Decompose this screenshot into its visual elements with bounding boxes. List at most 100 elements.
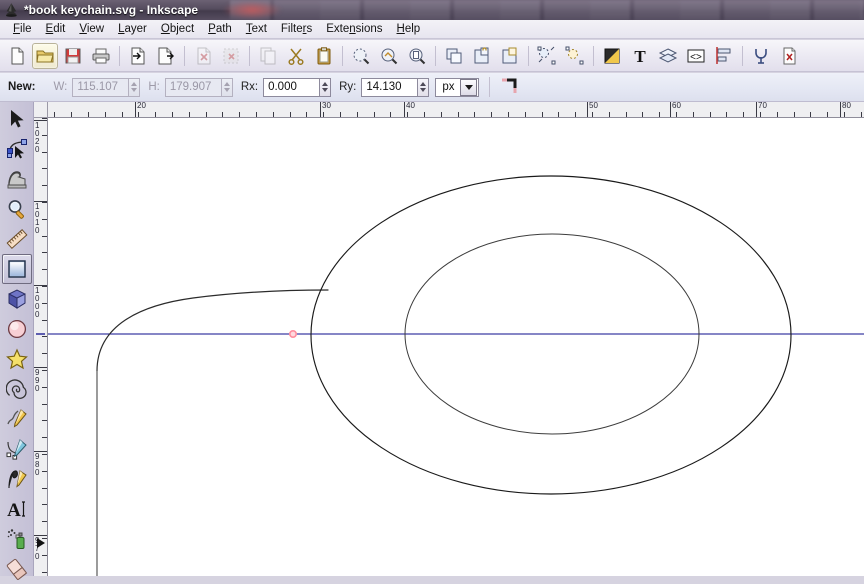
eraser-tool[interactable] <box>2 554 32 584</box>
ruler-tick <box>558 112 559 117</box>
measure-tool[interactable] <box>2 224 32 254</box>
layers-dialog-icon[interactable] <box>655 43 681 69</box>
ruler-tick <box>42 252 47 253</box>
vertical-ruler[interactable]: 102010101000990980970 <box>34 118 48 576</box>
pencil-tool[interactable] <box>2 404 32 434</box>
height-input[interactable] <box>164 77 221 97</box>
ruler-corner[interactable] <box>34 102 48 118</box>
menu-help[interactable]: Help <box>390 21 428 37</box>
rx-field[interactable] <box>263 77 332 97</box>
ruler-tick <box>42 269 47 270</box>
background-taskbar-bleed <box>230 0 864 20</box>
fill-stroke-dialog-icon[interactable] <box>534 43 560 69</box>
drawing-canvas[interactable] <box>48 118 864 576</box>
ruler-major-tick <box>404 102 405 117</box>
zoom-tool[interactable] <box>2 194 32 224</box>
ruler-tick <box>508 112 509 117</box>
group-icon[interactable] <box>469 43 495 69</box>
import-icon[interactable] <box>125 43 151 69</box>
text-tool-dialog-icon[interactable]: T <box>627 43 653 69</box>
copy-icon[interactable] <box>255 43 281 69</box>
ruler-tick <box>525 112 526 117</box>
rx-label: Rx: <box>240 81 259 93</box>
paste-icon[interactable] <box>311 43 337 69</box>
document-properties-icon[interactable] <box>776 43 802 69</box>
node-tool[interactable] <box>2 134 32 164</box>
ruler-tick <box>542 112 543 117</box>
duplicate-icon[interactable] <box>441 43 467 69</box>
chevron-down-icon[interactable] <box>460 78 478 96</box>
window-title: *book keychain.svg - Inkscape <box>24 3 199 17</box>
toolbar-separator <box>489 77 491 97</box>
ruler-label: 70 <box>758 102 767 110</box>
new-document-icon[interactable] <box>4 43 30 69</box>
star-tool[interactable] <box>2 344 32 374</box>
menu-view[interactable]: View <box>72 21 111 37</box>
rx-stepper[interactable] <box>319 77 332 97</box>
paint-swatch-icon[interactable] <box>599 43 625 69</box>
width-stepper[interactable] <box>128 77 141 97</box>
preferences-icon[interactable] <box>748 43 774 69</box>
command-toolbar: T <> <box>0 40 864 72</box>
zoom-drawing-icon[interactable] <box>376 43 402 69</box>
remove-rounded-corners-button[interactable] <box>495 74 521 100</box>
spray-tool[interactable] <box>2 524 32 554</box>
ruler-tick <box>710 112 711 117</box>
menu-layer[interactable]: Layer <box>111 21 154 37</box>
height-field[interactable] <box>164 77 233 97</box>
object-properties-icon[interactable] <box>562 43 588 69</box>
box3d-tool[interactable] <box>2 284 32 314</box>
menu-text[interactable]: Text <box>239 21 274 37</box>
export-icon[interactable] <box>153 43 179 69</box>
menu-filters[interactable]: Filters <box>274 21 319 37</box>
menu-file[interactable]: File <box>6 21 39 37</box>
ruler-tick <box>42 572 47 573</box>
save-document-icon[interactable] <box>60 43 86 69</box>
cut-icon[interactable] <box>283 43 309 69</box>
ruler-tick <box>42 118 47 119</box>
text-tool[interactable]: A <box>2 494 32 524</box>
menu-path[interactable]: Path <box>201 21 239 37</box>
height-stepper[interactable] <box>220 77 233 97</box>
tweak-tool[interactable] <box>2 164 32 194</box>
rx-input[interactable] <box>263 77 320 97</box>
guide-handle-marker[interactable] <box>36 333 45 335</box>
redo-icon[interactable] <box>218 43 244 69</box>
ruler-tick <box>810 112 811 117</box>
ruler-tick <box>42 353 47 354</box>
ry-stepper[interactable] <box>417 77 430 97</box>
undo-icon[interactable] <box>190 43 216 69</box>
align-distribute-icon[interactable] <box>711 43 737 69</box>
ellipse-tool[interactable] <box>2 314 32 344</box>
ruler-major-tick <box>587 102 588 117</box>
selector-tool[interactable] <box>2 104 32 134</box>
unit-selector[interactable]: px <box>435 77 480 97</box>
xml-editor-icon[interactable]: <> <box>683 43 709 69</box>
ruler-tick <box>340 112 341 117</box>
zoom-page-icon[interactable] <box>404 43 430 69</box>
calligraphy-tool[interactable] <box>2 464 32 494</box>
width-field[interactable] <box>72 77 141 97</box>
ruler-label: 1010 <box>35 202 40 235</box>
spiral-tool[interactable] <box>2 374 32 404</box>
ruler-tick <box>42 336 47 337</box>
tool-mode-label: New: <box>8 81 36 93</box>
bezier-tool[interactable] <box>2 434 32 464</box>
ruler-tick <box>676 112 677 117</box>
ruler-tick <box>743 112 744 117</box>
horizontal-ruler[interactable]: 2030405060708090100110 <box>48 102 864 118</box>
menu-edit[interactable]: Edit <box>39 21 73 37</box>
zoom-selection-icon[interactable] <box>348 43 374 69</box>
ruler-tick <box>239 112 240 117</box>
ry-input[interactable] <box>361 77 418 97</box>
width-input[interactable] <box>72 77 129 97</box>
ry-field[interactable] <box>361 77 430 97</box>
svg-text:A: A <box>7 500 21 520</box>
rectangle-tool[interactable] <box>1 254 32 284</box>
menu-extensions[interactable]: Extensions <box>319 21 389 37</box>
print-document-icon[interactable] <box>88 43 114 69</box>
menu-object[interactable]: Object <box>154 21 201 37</box>
open-document-icon[interactable] <box>32 42 58 69</box>
ungroup-icon[interactable] <box>497 43 523 69</box>
toolbar-separator <box>528 45 529 66</box>
